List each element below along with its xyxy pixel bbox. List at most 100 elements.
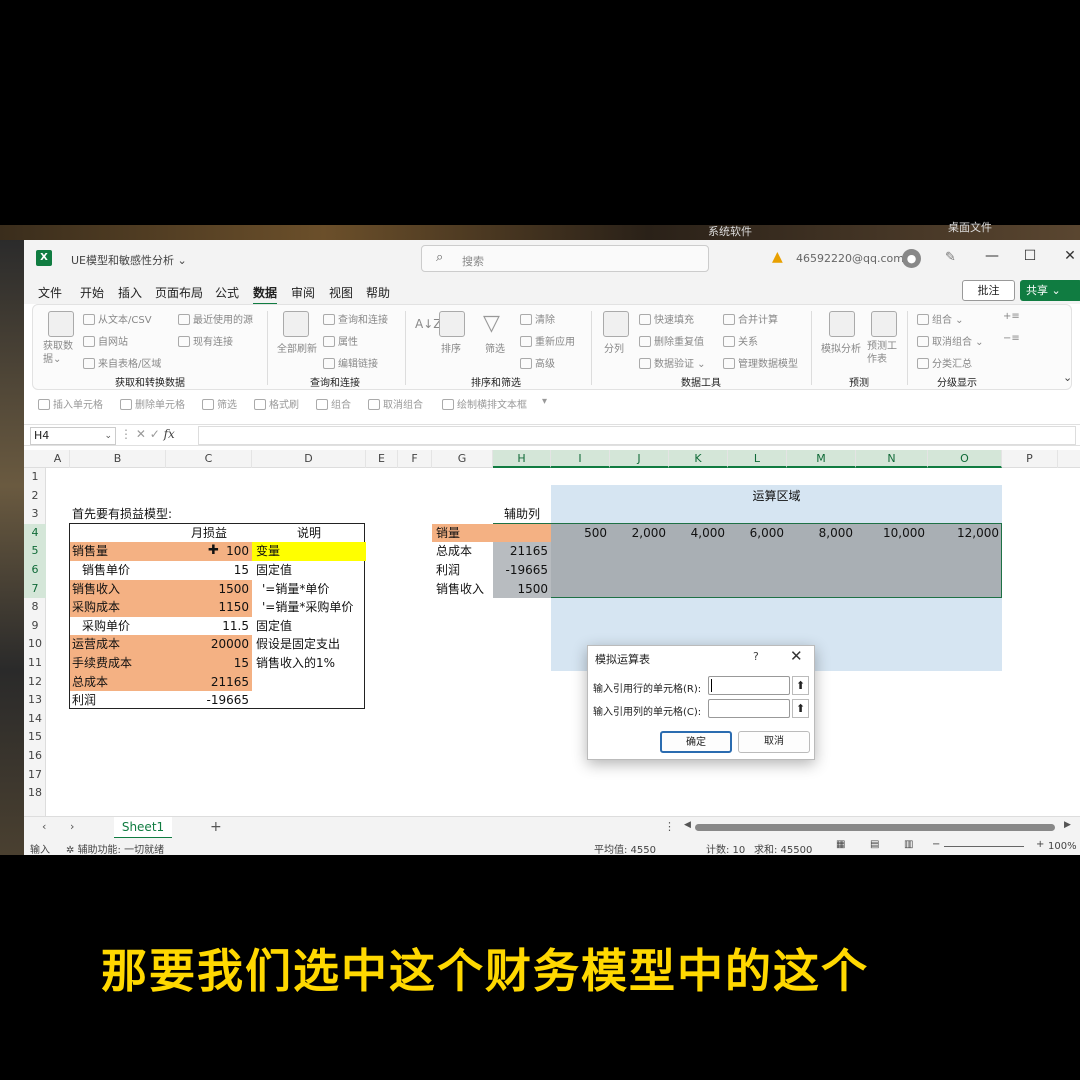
from-web-button[interactable]: 自网站 — [83, 333, 128, 348]
zoom-out-icon[interactable]: − — [932, 839, 940, 850]
helper-value[interactable]: 1500 — [493, 579, 551, 599]
add-sheet-icon[interactable]: + — [210, 819, 222, 835]
tab-insert[interactable]: 插入 — [118, 284, 142, 301]
model-label[interactable]: 运营成本 — [70, 635, 166, 654]
row-header[interactable]: 9 — [24, 617, 46, 636]
row-header[interactable]: 2 — [24, 487, 46, 506]
model-note[interactable] — [252, 673, 366, 692]
column-header-o[interactable]: O — [928, 450, 1002, 468]
model-value[interactable]: 21165 — [166, 672, 252, 692]
sales-volume-input[interactable]: 4,000 — [669, 524, 728, 543]
model-label[interactable]: 手续费成本 — [70, 654, 166, 673]
minimize-icon[interactable]: — — [982, 248, 1002, 264]
row-header[interactable]: 18 — [24, 784, 46, 803]
helper-value[interactable] — [493, 523, 551, 543]
row-header[interactable]: 7 — [24, 579, 46, 599]
show-detail-icon[interactable]: +≡ — [1003, 311, 1020, 322]
model-note[interactable]: '=销量*单价 — [252, 580, 366, 599]
draw-textbox-button[interactable]: 绘制横排文本框 — [442, 396, 527, 411]
edit-links-button[interactable]: 编辑链接 — [323, 355, 378, 370]
reapply-button[interactable]: 重新应用 — [520, 333, 575, 348]
tab-view[interactable]: 视图 — [329, 284, 353, 301]
row-header[interactable]: 8 — [24, 598, 46, 617]
accessibility-status[interactable]: ✲ 辅助功能: 一切就绪 — [66, 841, 164, 855]
tab-splitter-icon[interactable]: ⋮ — [664, 820, 675, 833]
tab-file[interactable]: 文件 — [38, 284, 62, 301]
pen-icon[interactable]: ✎ — [945, 250, 956, 265]
sales-volume-input[interactable]: 10,000 — [856, 524, 928, 543]
ungroup-button[interactable]: 取消组合 ⌄ — [917, 333, 984, 348]
refresh-all-button[interactable]: 全部刷新 — [277, 340, 317, 355]
row-header[interactable]: 5 — [24, 542, 46, 561]
model-note[interactable]: 假设是固定支出 — [252, 635, 366, 654]
calc-row-label[interactable]: 销量 — [432, 523, 493, 543]
row-header[interactable]: 3 — [24, 505, 46, 524]
chevron-down-icon[interactable]: ⌄ — [104, 428, 112, 444]
flash-fill-button[interactable]: 快速填充 — [639, 311, 694, 326]
hide-detail-icon[interactable]: −≡ — [1003, 333, 1020, 344]
group-button[interactable]: 组合 ⌄ — [917, 311, 964, 326]
model-value[interactable]: 1150 — [166, 598, 252, 617]
model-note[interactable] — [252, 691, 366, 710]
share-button[interactable]: 共享 ⌄ — [1020, 280, 1080, 301]
row-header[interactable]: 15 — [24, 728, 46, 747]
row-header[interactable]: 14 — [24, 710, 46, 729]
close-icon[interactable]: ✕ — [1060, 248, 1080, 264]
consolidate-button[interactable]: 合并计算 — [723, 311, 778, 326]
column-header-f[interactable]: F — [398, 450, 432, 468]
queries-connections-button[interactable]: 查询和连接 — [323, 311, 388, 326]
warning-icon[interactable]: ▲ — [772, 249, 783, 265]
model-value[interactable]: 15 — [166, 654, 252, 673]
tab-home[interactable]: 开始 — [80, 284, 104, 301]
row-header[interactable]: 11 — [24, 654, 46, 673]
model-label[interactable]: 销售量 — [70, 542, 166, 561]
calc-area-title[interactable]: 运算区域 — [551, 487, 1002, 506]
column-header-k[interactable]: K — [669, 450, 728, 468]
row-header[interactable]: 13 — [24, 691, 46, 710]
row-header[interactable]: 12 — [24, 673, 46, 692]
existing-connections-button[interactable]: 现有连接 — [178, 333, 233, 348]
filter-button[interactable]: 筛选 — [202, 396, 237, 411]
remove-duplicates-button[interactable]: 删除重复值 — [639, 333, 704, 348]
advanced-button[interactable]: 高级 — [520, 355, 555, 370]
model-note[interactable]: 固定值 — [252, 617, 366, 636]
group-button[interactable]: 组合 — [316, 396, 351, 411]
collapse-dialog-icon[interactable]: ⬆ — [792, 676, 809, 695]
data-validation-button[interactable]: 数据验证 ⌄ — [639, 355, 706, 370]
sort-az-icon[interactable]: A↓Z — [415, 317, 441, 331]
column-header-p[interactable]: P — [1002, 450, 1058, 468]
calc-row-label[interactable]: 利润 — [432, 561, 493, 580]
model-value[interactable]: -19665 — [166, 691, 252, 710]
sales-volume-input[interactable]: 500 — [551, 524, 610, 543]
clear-button[interactable]: 清除 — [520, 311, 555, 326]
search-box[interactable]: ⌕ 搜索 — [421, 245, 709, 272]
row-header[interactable]: 1 — [24, 468, 46, 487]
collapse-dialog-icon[interactable]: ⬆ — [792, 699, 809, 718]
model-note[interactable]: 变量 — [252, 542, 366, 561]
name-box[interactable]: H4 ⌄ — [30, 427, 116, 445]
sheet-tab-sheet1[interactable]: Sheet1 — [114, 817, 172, 839]
header-monthly-pnl[interactable]: 月损益 — [166, 524, 252, 543]
column-header-j[interactable]: J — [610, 450, 669, 468]
row-header[interactable]: 4 — [24, 523, 46, 543]
model-note[interactable]: 销售收入的1% — [252, 654, 366, 673]
customize-qat-icon[interactable]: ▾ — [542, 396, 547, 407]
helper-column-header[interactable]: 辅助列 — [493, 505, 551, 524]
header-note[interactable]: 说明 — [252, 524, 366, 543]
helper-value[interactable]: -19665 — [493, 561, 551, 580]
page-break-icon[interactable]: ▥ — [904, 839, 913, 850]
row-header[interactable]: 6 — [24, 561, 46, 580]
tab-help[interactable]: 帮助 — [366, 284, 390, 301]
cancel-icon[interactable]: ✕ — [136, 427, 146, 441]
worksheet-grid[interactable]: A B C D E F G H I J K L M N O P 12345678… — [24, 450, 1080, 816]
tab-page-layout[interactable]: 页面布局 — [155, 284, 203, 301]
tab-data[interactable]: 数据 — [253, 284, 278, 305]
zoom-in-icon[interactable]: + — [1036, 839, 1044, 850]
tab-formulas[interactable]: 公式 — [215, 284, 239, 301]
sales-volume-input[interactable]: 8,000 — [787, 524, 856, 543]
model-value[interactable]: 20000 — [166, 635, 252, 654]
document-title[interactable]: UE模型和敏感性分析 ⌄ — [71, 252, 187, 268]
filter-button[interactable]: 筛选 — [485, 340, 505, 355]
column-header-e[interactable]: E — [366, 450, 398, 468]
column-header-g[interactable]: G — [432, 450, 493, 468]
